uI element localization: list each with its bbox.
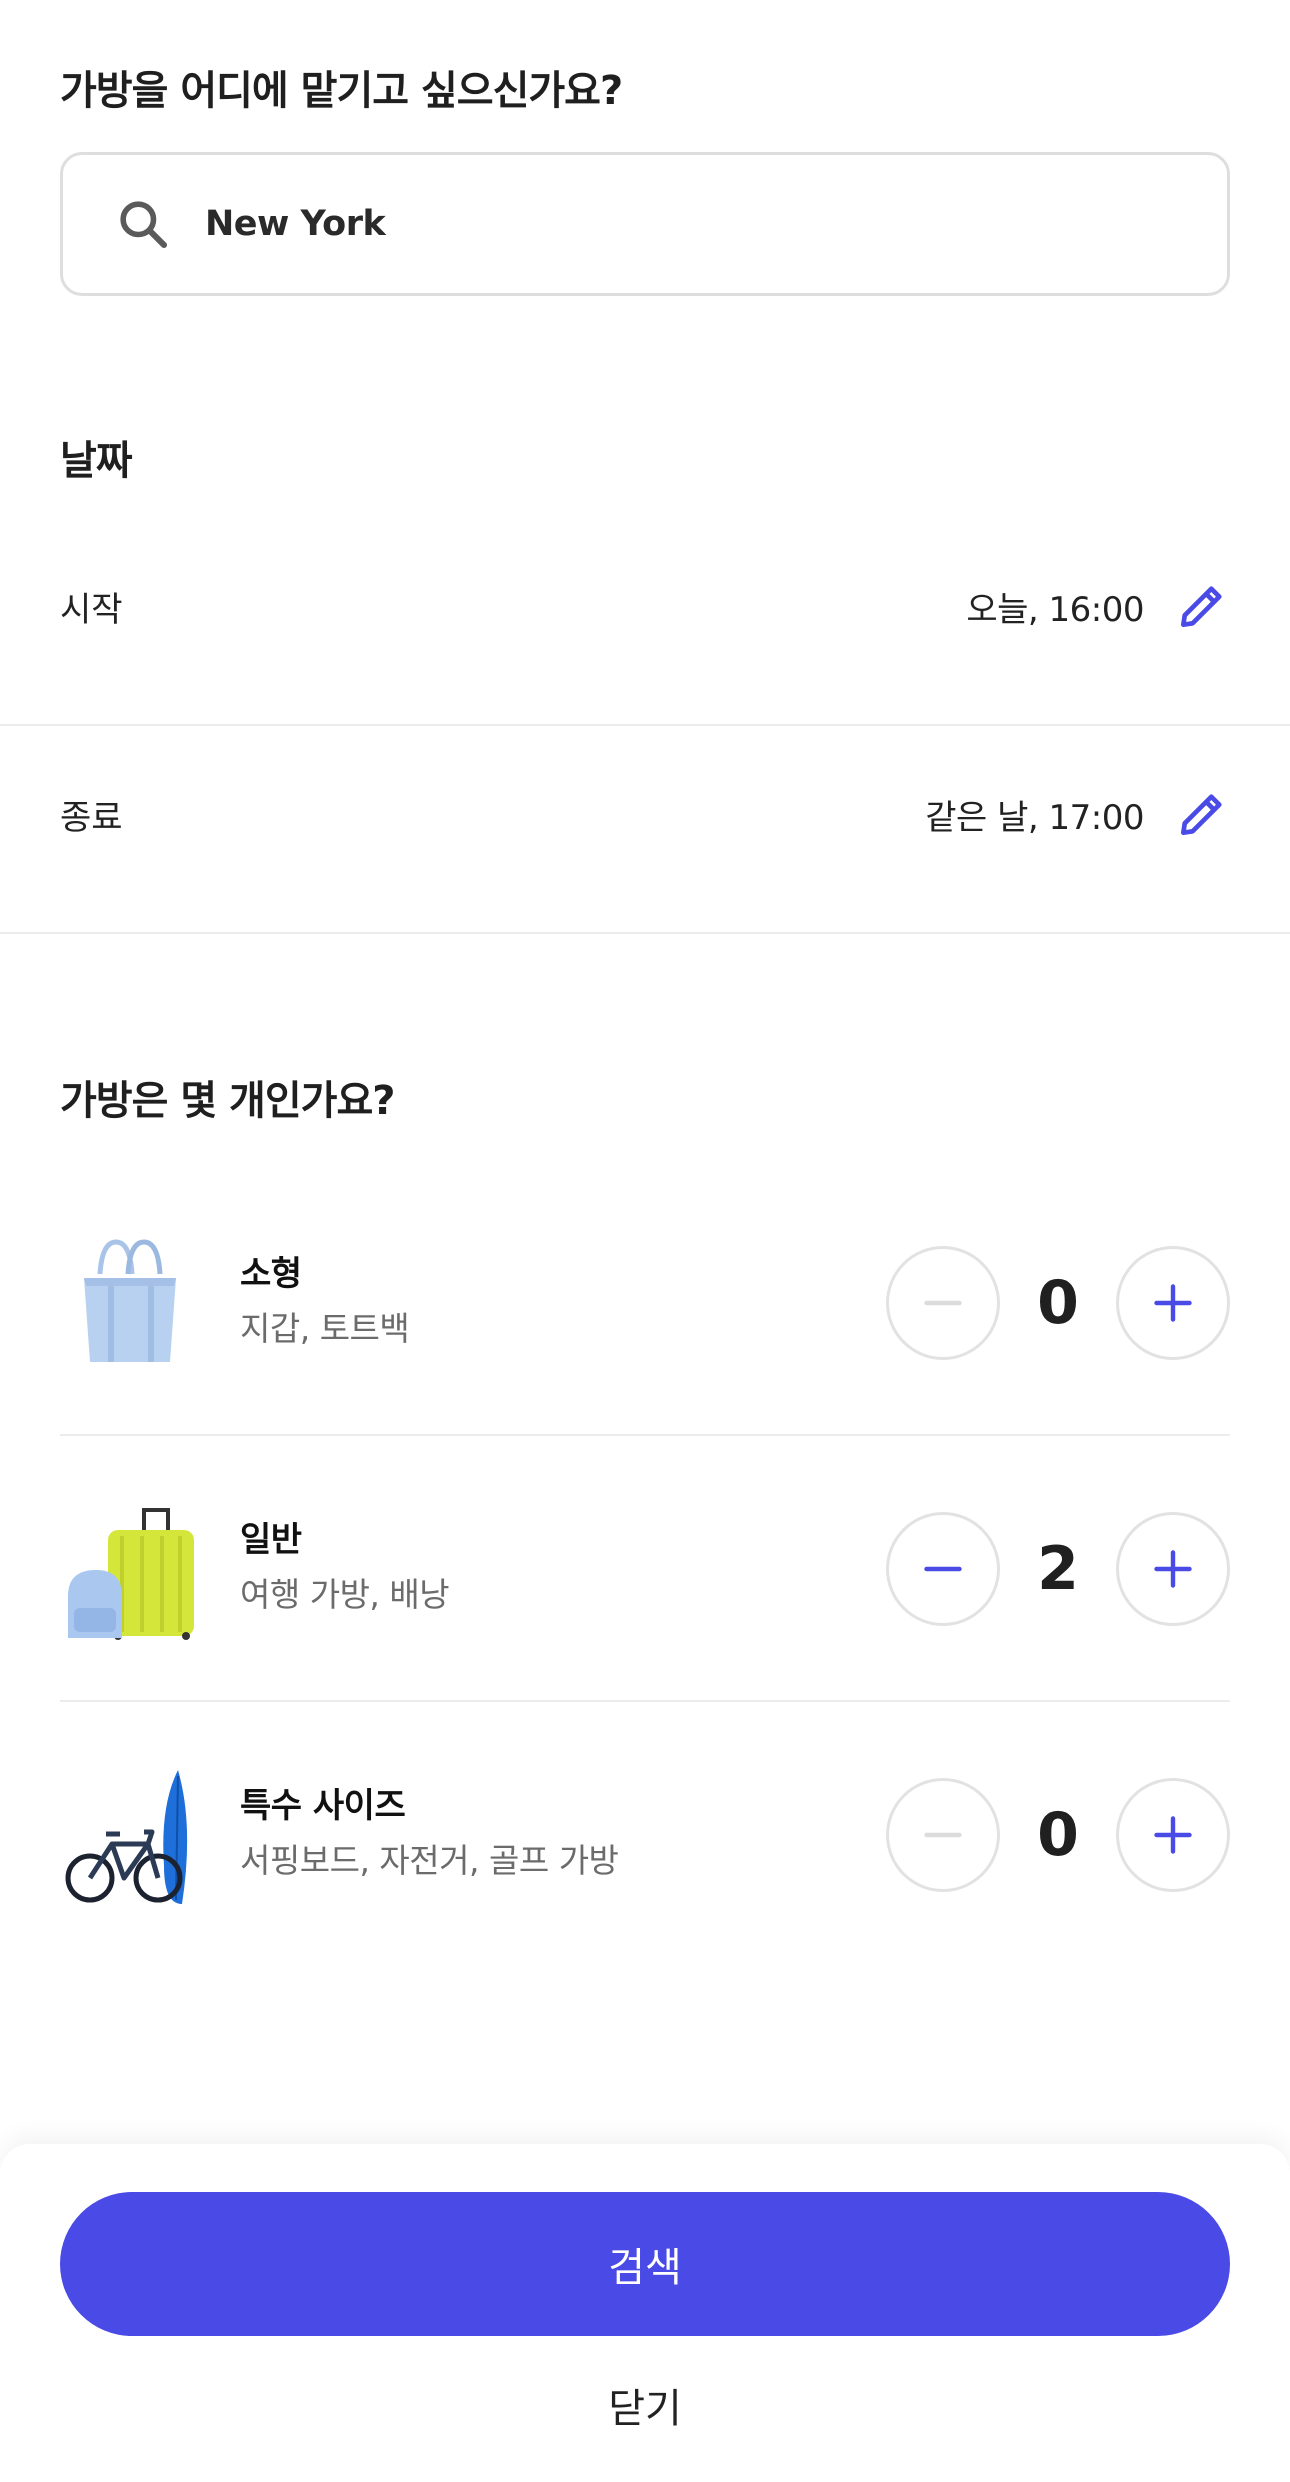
tote-bag-image xyxy=(84,1239,176,1362)
pencil-icon[interactable] xyxy=(1174,786,1230,842)
divider xyxy=(0,932,1290,934)
minus-icon xyxy=(924,1832,962,1838)
close-button[interactable]: 닫기 xyxy=(0,2376,1290,2434)
decrement-button[interactable] xyxy=(886,1778,1000,1892)
increment-button[interactable] xyxy=(1116,1778,1230,1892)
quantity-count: 0 xyxy=(1037,1268,1079,1338)
search-icon xyxy=(120,201,168,249)
quantity-stepper: 0 xyxy=(886,1778,1230,1892)
search-field[interactable] xyxy=(60,152,1230,296)
start-date-row[interactable]: 시작 오늘, 16:00 xyxy=(0,554,1290,658)
divider xyxy=(60,1700,1230,1702)
suitcase-backpack-image xyxy=(68,1508,194,1640)
search-button[interactable]: 검색 xyxy=(60,2192,1230,2336)
bag-row-regular: 일반 여행 가방, 배낭 2 xyxy=(60,1468,1230,1668)
bag-description: 여행 가방, 배낭 xyxy=(240,1575,450,1614)
quantity-stepper: 0 xyxy=(886,1246,1230,1360)
plus-icon xyxy=(1154,1816,1192,1854)
quantity-stepper: 2 xyxy=(886,1512,1230,1626)
end-date-row[interactable]: 종료 같은 날, 17:00 xyxy=(0,762,1290,866)
divider xyxy=(0,724,1290,726)
increment-button[interactable] xyxy=(1116,1246,1230,1360)
plus-icon xyxy=(1154,1550,1192,1588)
minus-icon xyxy=(924,1300,962,1306)
quantity-count: 0 xyxy=(1037,1800,1079,1870)
increment-button[interactable] xyxy=(1116,1512,1230,1626)
end-label: 종료 xyxy=(60,797,123,838)
search-input[interactable] xyxy=(205,204,1105,244)
bag-row-small: 소형 지갑, 토트백 0 xyxy=(60,1202,1230,1402)
bag-row-special: 특수 사이즈 서핑보드, 자전거, 골프 가방 0 xyxy=(60,1734,1230,1934)
bags-title: 가방은 몇 개인가요? xyxy=(60,1078,395,1124)
minus-icon xyxy=(924,1566,962,1572)
quantity-count: 2 xyxy=(1037,1534,1079,1604)
divider xyxy=(60,1434,1230,1436)
start-value: 오늘, 16:00 xyxy=(966,589,1144,630)
bag-name: 소형 xyxy=(240,1254,302,1294)
decrement-button[interactable] xyxy=(886,1512,1000,1626)
dates-title: 날짜 xyxy=(60,438,133,484)
bicycle-surfboard-image xyxy=(65,1770,188,1904)
pencil-icon[interactable] xyxy=(1174,578,1230,634)
bag-description: 지갑, 토트백 xyxy=(240,1309,410,1348)
bag-name: 일반 xyxy=(240,1520,302,1560)
decrement-button[interactable] xyxy=(886,1246,1000,1360)
start-label: 시작 xyxy=(60,589,123,630)
end-value: 같은 날, 17:00 xyxy=(925,797,1144,838)
bag-name: 특수 사이즈 xyxy=(240,1786,406,1826)
bag-description: 서핑보드, 자전거, 골프 가방 xyxy=(240,1841,619,1880)
bottom-sheet: 검색 닫기 xyxy=(0,2144,1290,2482)
plus-icon xyxy=(1154,1284,1192,1322)
location-question: 가방을 어디에 맡기고 싶으신가요? xyxy=(60,68,623,114)
